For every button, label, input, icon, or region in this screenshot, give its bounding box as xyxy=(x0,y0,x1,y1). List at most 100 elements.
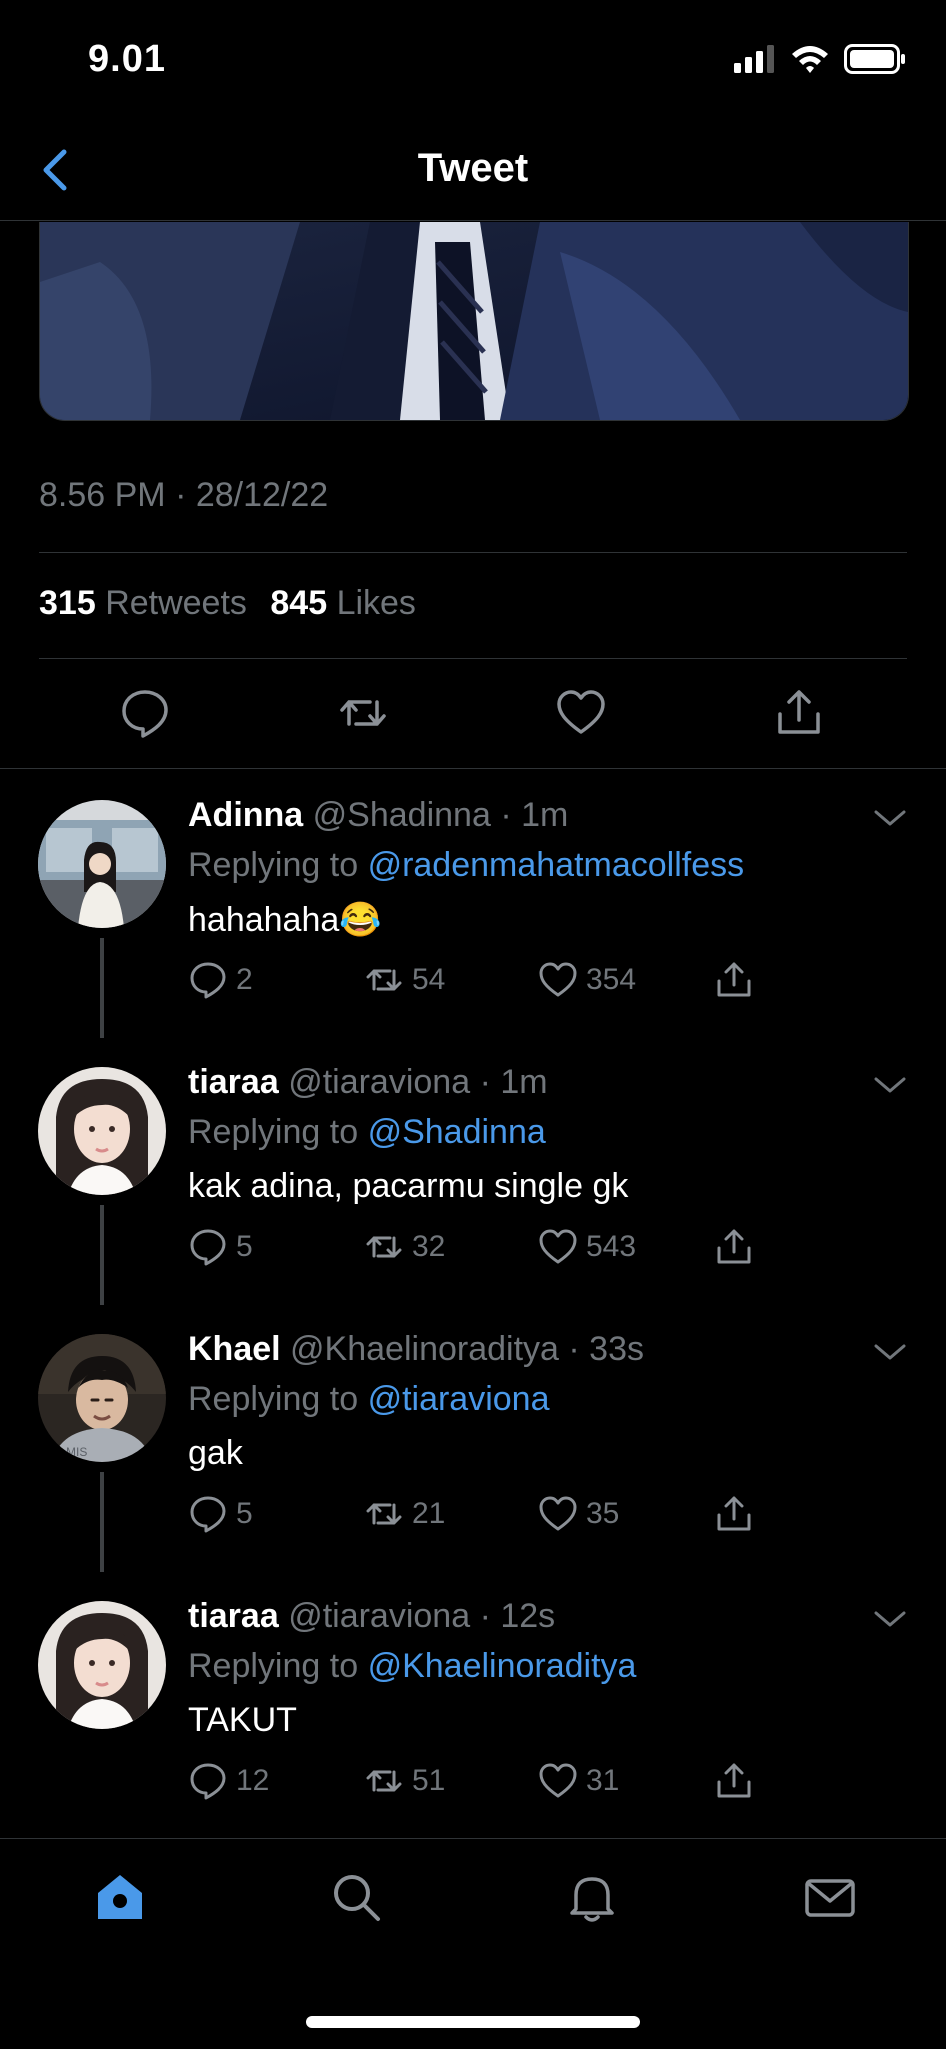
reply-action-bar: 5 21 35 xyxy=(188,1494,788,1544)
display-name[interactable]: tiaraa xyxy=(188,1597,279,1635)
reply-action-bar: 12 51 31 xyxy=(188,1761,788,1811)
chevron-down-icon[interactable] xyxy=(872,1073,908,1097)
share-button[interactable] xyxy=(714,1494,754,1534)
reply-time: · 1m xyxy=(479,1063,548,1101)
replying-to-mention[interactable]: @radenmahatmacollfess xyxy=(368,846,745,884)
share-button[interactable] xyxy=(714,960,754,1000)
reply-header: tiaraa @tiaraviona · 1m xyxy=(188,1063,548,1102)
reply-tweet[interactable]: tiaraa @tiaraviona · 12s Replying to @Kh… xyxy=(0,1571,946,1839)
replying-to-prefix: Replying to xyxy=(188,1647,359,1685)
tweet-timestamp: 8.56 PM · 28/12/22 xyxy=(39,476,329,514)
reply-icon xyxy=(190,1229,226,1266)
share-icon xyxy=(717,1496,751,1531)
likes-count[interactable]: 845 xyxy=(270,584,327,622)
retweet-icon xyxy=(366,969,402,991)
battery-icon xyxy=(844,44,905,74)
replying-to: Replying to @Shadinna xyxy=(188,1113,546,1152)
reply-count: 2 xyxy=(236,963,253,996)
reply-count-button[interactable]: 12 xyxy=(188,1761,269,1801)
reply-count-button[interactable]: 2 xyxy=(188,960,253,1000)
reply-header: Adinna @Shadinna · 1m xyxy=(188,796,568,835)
avatar[interactable] xyxy=(38,1067,166,1195)
avatar[interactable]: MIS xyxy=(38,1334,166,1462)
messages-mail-icon[interactable] xyxy=(802,1869,858,1925)
retweet-count-button[interactable]: 51 xyxy=(364,1761,445,1801)
divider xyxy=(39,552,907,553)
notifications-bell-icon[interactable] xyxy=(564,1869,620,1925)
reply-text: kak adina, pacarmu single gk xyxy=(188,1167,629,1205)
retweet-count-button[interactable]: 32 xyxy=(364,1227,445,1267)
home-icon[interactable] xyxy=(92,1869,148,1925)
display-name[interactable]: Khael xyxy=(188,1330,281,1368)
tweet-action-bar xyxy=(0,680,946,744)
retweets-label[interactable]: Retweets xyxy=(105,584,247,622)
user-handle[interactable]: @Khaelinoraditya xyxy=(290,1330,559,1368)
replying-to-mention[interactable]: @Khaelinoraditya xyxy=(368,1647,637,1685)
chevron-down-icon[interactable] xyxy=(872,1607,908,1631)
status-time: 9.01 xyxy=(88,38,166,80)
replying-to: Replying to @tiaraviona xyxy=(188,1380,550,1419)
retweet-count: 21 xyxy=(412,1497,446,1530)
search-icon[interactable] xyxy=(328,1869,384,1925)
replying-to: Replying to @radenmahatmacollfess xyxy=(188,846,744,885)
share-icon xyxy=(717,1229,751,1264)
share-icon[interactable] xyxy=(772,686,826,740)
status-icons xyxy=(732,44,906,74)
replying-to-mention[interactable]: @tiaraviona xyxy=(368,1380,550,1418)
retweets-count[interactable]: 315 xyxy=(39,584,96,622)
retweet-count: 32 xyxy=(412,1230,446,1263)
like-count-button[interactable]: 31 xyxy=(538,1761,619,1801)
user-handle[interactable]: @Shadinna xyxy=(313,796,491,834)
retweet-icon[interactable] xyxy=(336,686,390,740)
reply-icon xyxy=(190,1763,226,1800)
reply-count-button[interactable]: 5 xyxy=(188,1494,253,1534)
divider xyxy=(39,658,907,659)
like-count-button[interactable]: 35 xyxy=(538,1494,619,1534)
thread-line xyxy=(100,1205,104,1305)
reply-icon xyxy=(190,1496,226,1533)
tweet-media-image[interactable] xyxy=(39,222,909,421)
thread-line xyxy=(100,1472,104,1572)
chevron-down-icon[interactable] xyxy=(872,806,908,830)
reply-tweet[interactable]: Adinna @Shadinna · 1m Replying to @raden… xyxy=(0,770,946,1038)
home-indicator[interactable] xyxy=(306,2016,640,2028)
like-count: 35 xyxy=(586,1497,620,1530)
retweet-count: 51 xyxy=(412,1764,446,1797)
share-button[interactable] xyxy=(714,1227,754,1267)
avatar[interactable] xyxy=(38,800,166,928)
reply-count-button[interactable]: 5 xyxy=(188,1227,253,1267)
reply-count: 12 xyxy=(236,1764,270,1797)
reply-time: · 33s xyxy=(568,1330,644,1368)
replying-to-mention[interactable]: @Shadinna xyxy=(368,1113,546,1151)
like-count: 543 xyxy=(586,1230,637,1263)
retweet-icon xyxy=(366,1503,402,1525)
reply-action-bar: 2 54 354 xyxy=(188,960,788,1010)
share-button[interactable] xyxy=(714,1761,754,1801)
like-count-button[interactable]: 543 xyxy=(538,1227,636,1267)
like-heart-icon xyxy=(539,1496,577,1531)
retweet-count: 54 xyxy=(412,963,446,996)
share-icon xyxy=(717,962,751,997)
avatar[interactable] xyxy=(38,1601,166,1729)
user-handle[interactable]: @tiaraviona xyxy=(288,1597,470,1635)
reply-count: 5 xyxy=(236,1497,253,1530)
likes-label[interactable]: Likes xyxy=(337,584,416,622)
like-count: 31 xyxy=(586,1764,620,1797)
wifi-icon xyxy=(792,46,828,73)
display-name[interactable]: Adinna xyxy=(188,796,303,834)
reply-tweet[interactable]: tiaraa @tiaraviona · 1m Replying to @Sha… xyxy=(0,1037,946,1305)
reply-icon[interactable] xyxy=(118,686,172,740)
user-handle[interactable]: @tiaraviona xyxy=(288,1063,470,1101)
divider xyxy=(0,768,946,769)
reply-tweet[interactable]: MIS Khael @Khaelinoraditya · 33s Replyin… xyxy=(0,1304,946,1572)
retweet-count-button[interactable]: 21 xyxy=(364,1494,445,1534)
chevron-down-icon[interactable] xyxy=(872,1340,908,1364)
reply-icon xyxy=(190,962,226,999)
retweet-count-button[interactable]: 54 xyxy=(364,960,445,1000)
share-icon xyxy=(717,1763,751,1798)
like-count-button[interactable]: 354 xyxy=(538,960,636,1000)
signal-icon xyxy=(734,45,774,73)
like-heart-icon[interactable] xyxy=(554,686,608,740)
like-heart-icon xyxy=(539,1229,577,1264)
display-name[interactable]: tiaraa xyxy=(188,1063,279,1101)
